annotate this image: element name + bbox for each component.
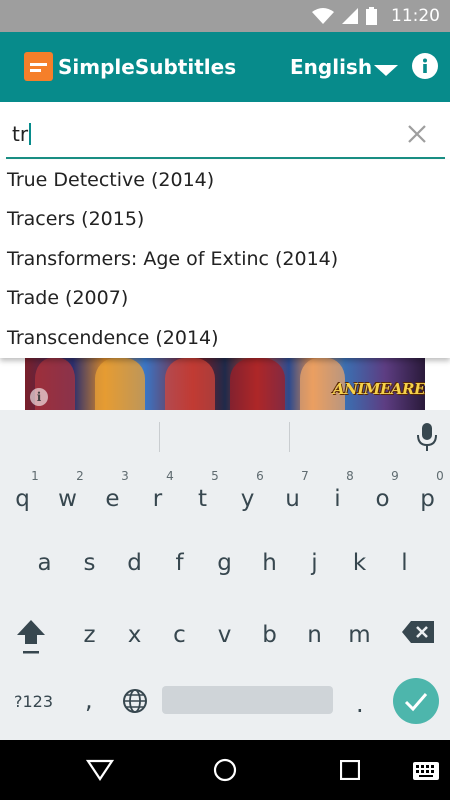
- strip-divider: [159, 422, 160, 452]
- key-d[interactable]: d: [112, 532, 157, 592]
- key-a[interactable]: a: [22, 532, 67, 592]
- signal-icon: [342, 8, 358, 24]
- back-icon[interactable]: [86, 759, 114, 781]
- symbols-key[interactable]: ?123: [14, 692, 53, 711]
- period-key[interactable]: .: [356, 690, 364, 718]
- chevron-down-icon[interactable]: [374, 65, 398, 76]
- spacebar[interactable]: [162, 686, 333, 714]
- key-u[interactable]: 7u: [270, 460, 315, 520]
- key-b[interactable]: b: [247, 604, 292, 664]
- key-n[interactable]: n: [292, 604, 337, 664]
- key-t[interactable]: 5t: [180, 460, 225, 520]
- close-icon[interactable]: [405, 122, 429, 146]
- key-x[interactable]: x: [112, 604, 157, 664]
- navigation-bar: [0, 740, 450, 800]
- search-bar: tr: [0, 102, 450, 160]
- key-w[interactable]: 2w: [45, 460, 90, 520]
- ad-brand-text: ANIMEARENA: [333, 380, 425, 398]
- shift-icon[interactable]: [15, 618, 47, 656]
- key-j[interactable]: j: [292, 532, 337, 592]
- suggestion-item[interactable]: Tracers (2015): [0, 200, 450, 240]
- strip-divider: [289, 422, 290, 452]
- info-icon[interactable]: [412, 53, 438, 79]
- key-i[interactable]: 8i: [315, 460, 360, 520]
- backspace-icon[interactable]: [402, 621, 434, 643]
- suggestion-list: True Detective (2014) Tracers (2015) Tra…: [0, 160, 450, 358]
- keyboard-icon[interactable]: [413, 762, 439, 780]
- app-title: SimpleSubtitles: [58, 55, 237, 79]
- key-o[interactable]: 9o: [360, 460, 405, 520]
- home-icon[interactable]: [213, 758, 237, 782]
- key-m[interactable]: m: [337, 604, 382, 664]
- wifi-icon: [312, 8, 334, 24]
- recents-icon[interactable]: [340, 760, 360, 780]
- key-k[interactable]: k: [337, 532, 382, 592]
- key-s[interactable]: s: [67, 532, 112, 592]
- battery-icon: [366, 7, 377, 25]
- suggestion-item[interactable]: Transformers: Age of Extinc (2014): [0, 239, 450, 279]
- globe-icon[interactable]: [122, 688, 148, 714]
- suggestion-item[interactable]: True Detective (2014): [0, 160, 450, 200]
- search-input-value: tr: [12, 122, 29, 146]
- search-input[interactable]: tr: [12, 122, 32, 146]
- key-y[interactable]: 6y: [225, 460, 270, 520]
- key-e[interactable]: 3e: [90, 460, 135, 520]
- ad-info-icon[interactable]: i: [30, 388, 48, 406]
- key-l[interactable]: l: [382, 532, 427, 592]
- key-q[interactable]: 1q: [0, 460, 45, 520]
- ad-banner[interactable]: i ANIMEARENA: [25, 358, 425, 410]
- status-time: 11:20: [391, 6, 440, 26]
- key-g[interactable]: g: [202, 532, 247, 592]
- keyboard: 1q 2w 3e 4r 5t 6y 7u 8i 9o 0p a s d f g …: [0, 410, 450, 740]
- language-selector[interactable]: English: [290, 55, 372, 79]
- app-logo-icon: [24, 52, 53, 81]
- key-f[interactable]: f: [157, 532, 202, 592]
- search-underline: [6, 157, 445, 159]
- check-icon: [404, 693, 428, 712]
- app-bar: SimpleSubtitles English: [0, 32, 450, 102]
- key-h[interactable]: h: [247, 532, 292, 592]
- key-c[interactable]: c: [157, 604, 202, 664]
- suggestion-item[interactable]: Trade (2007): [0, 279, 450, 319]
- enter-button[interactable]: [393, 678, 439, 724]
- key-p[interactable]: 0p: [405, 460, 450, 520]
- comma-key[interactable]: ,: [85, 686, 93, 714]
- status-bar: 11:20: [0, 0, 450, 32]
- microphone-icon[interactable]: [416, 423, 438, 451]
- suggestion-item[interactable]: Transcendence (2014): [0, 318, 450, 358]
- key-v[interactable]: v: [202, 604, 247, 664]
- key-r[interactable]: 4r: [135, 460, 180, 520]
- key-z[interactable]: z: [67, 604, 112, 664]
- keyboard-suggestion-strip: [0, 410, 450, 460]
- text-cursor: [29, 123, 32, 145]
